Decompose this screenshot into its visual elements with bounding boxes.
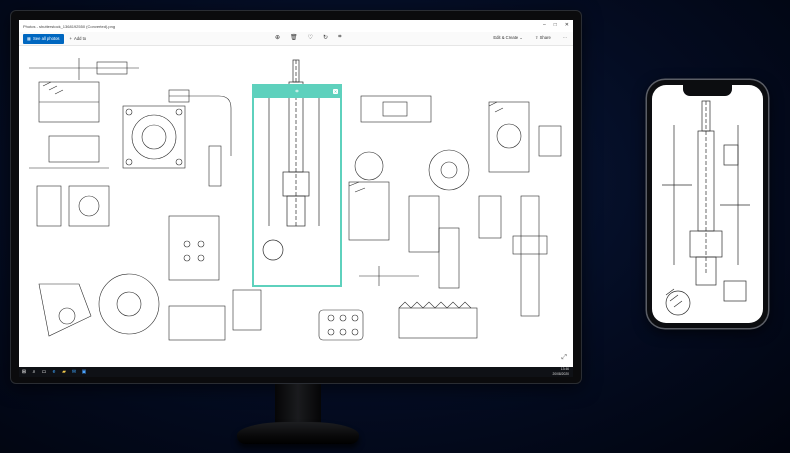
toolbar-center-actions: ⊕ 🗑 ♡ ↻ ⌗ xyxy=(275,34,341,41)
toolbar: ▦ See all photos + Add to ⊕ 🗑 ♡ ↻ ⌗ Edit… xyxy=(19,32,573,46)
title-bar: Photos - shutterstock_1368192550 (Conver… xyxy=(19,20,573,32)
monitor-screen: Photos - shutterstock_1368192550 (Conver… xyxy=(19,20,573,377)
grid-icon: ▦ xyxy=(27,36,31,41)
photos-icon[interactable]: ▣ xyxy=(79,367,89,377)
monitor-stand-base xyxy=(237,422,359,444)
add-to-button[interactable]: + Add to xyxy=(70,36,87,41)
window-controls: – □ ✕ xyxy=(543,22,569,28)
windows-icon[interactable]: ⊞ xyxy=(19,367,29,377)
phone-notch xyxy=(683,85,732,96)
window-title: Photos - shutterstock_1368192550 (Conver… xyxy=(23,23,116,29)
close-icon[interactable]: ✕ xyxy=(565,22,569,28)
task-view-icon[interactable]: ▭ xyxy=(39,367,49,377)
edge-icon[interactable]: e xyxy=(49,367,59,377)
see-all-photos-label: See all photos xyxy=(32,36,60,41)
share-button[interactable]: ⇪ Share xyxy=(535,35,551,40)
taskbar: ⊞ ⌕ ▭ e ▰ ✉ ▣ 13:46 20/08/2020 xyxy=(19,367,573,377)
maximize-icon[interactable]: □ xyxy=(554,22,557,28)
search-icon[interactable]: ⌕ xyxy=(29,367,39,377)
toolbar-right-actions: Edit & Create ⌄ ⇪ Share ··· xyxy=(493,35,567,40)
rotate-icon[interactable]: ↻ xyxy=(323,34,328,41)
crop-icon[interactable]: ⌗ xyxy=(338,34,341,41)
edit-create-label: Edit & Create xyxy=(493,35,519,40)
phone-screen xyxy=(652,85,763,323)
phone-cropped-drawing xyxy=(662,100,750,316)
clock-date: 20/08/2020 xyxy=(552,371,569,376)
share-label: Share xyxy=(539,35,551,40)
mail-icon[interactable]: ✉ xyxy=(69,367,79,377)
delete-icon[interactable]: 🗑 xyxy=(290,34,298,41)
favorite-icon[interactable]: ♡ xyxy=(308,34,313,41)
crop-handle-icon: ⌗ xyxy=(295,88,299,95)
crop-handle[interactable]: ⌗ ✕ xyxy=(254,86,340,98)
monitor-stand-neck xyxy=(275,384,321,424)
taskbar-clock[interactable]: 13:46 20/08/2020 xyxy=(552,367,569,376)
minimize-icon[interactable]: – xyxy=(543,22,546,28)
explorer-icon[interactable]: ▰ xyxy=(59,367,69,377)
technical-drawing-image: ⌗ ✕ xyxy=(19,46,573,367)
add-to-label: Add to xyxy=(73,36,87,41)
close-icon[interactable]: ✕ xyxy=(333,89,338,94)
zoom-icon[interactable]: ⊕ xyxy=(275,34,280,41)
expand-icon[interactable]: ⤢ xyxy=(561,354,567,362)
smartphone xyxy=(647,80,768,328)
see-all-photos-button[interactable]: ▦ See all photos xyxy=(23,33,64,44)
crop-selection[interactable]: ⌗ ✕ xyxy=(252,84,342,287)
more-button[interactable]: ··· xyxy=(563,35,567,40)
plus-icon: + xyxy=(69,36,72,41)
edit-create-button[interactable]: Edit & Create ⌄ xyxy=(493,35,523,40)
monitor: Photos - shutterstock_1368192550 (Conver… xyxy=(10,10,582,384)
